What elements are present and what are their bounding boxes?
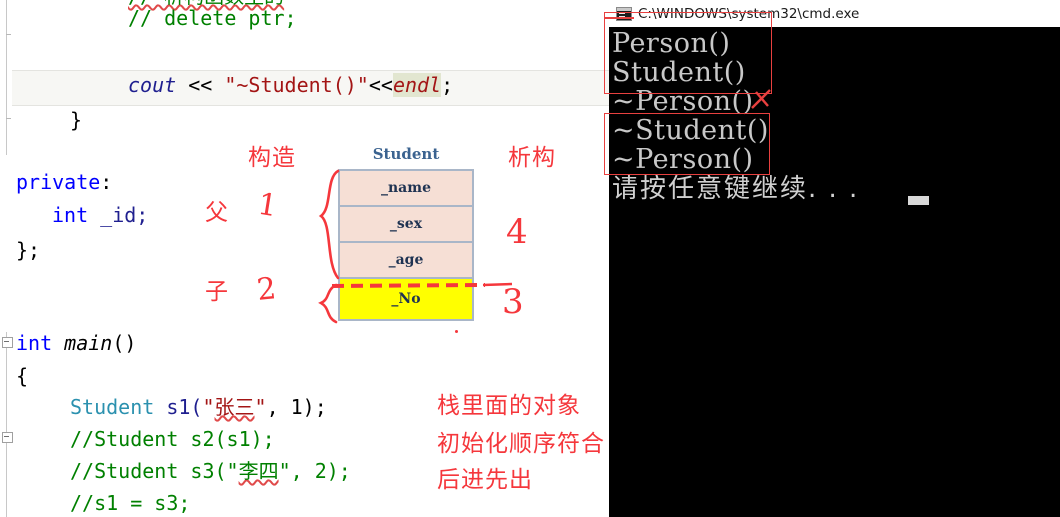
annotation-dtor-order-3: 3 [502, 282, 524, 322]
annotation-child: 子 [205, 279, 229, 305]
code-editor-pane[interactable]: // 析构函数里的 // delete ptr; cout << "~Stude… [0, 0, 609, 517]
code-line-private[interactable]: private: [16, 172, 112, 192]
fold-toggle-inner[interactable] [2, 432, 13, 443]
main-parens: () [112, 331, 137, 355]
diagram-row-age: _age [340, 243, 472, 279]
brace-parent-annotation [318, 169, 340, 280]
comment-s3-prefix: //Student s3( [70, 459, 227, 483]
annotation-destruct: 析构 [508, 145, 556, 171]
code-line-student-s3-commented[interactable]: //Student s3("李四", 2); [70, 461, 351, 481]
gutter-tick [6, 118, 11, 119]
shift-op-2: << [368, 73, 393, 97]
quote-open: " [202, 395, 215, 419]
string-literal-dtor: "~Student()" [224, 73, 369, 97]
private-colon: : [100, 170, 113, 194]
gutter-fold-line [6, 332, 7, 517]
code-line-open-brace[interactable]: { [16, 366, 28, 386]
annotation-note-stack-object: 栈里面的对象 [437, 393, 581, 419]
comment-s3-suffix: , 2); [290, 459, 351, 483]
s1-args: , 1); [266, 395, 327, 419]
private-keyword: private [16, 170, 101, 194]
shift-op-1: << [176, 73, 225, 97]
endl-token: endl [392, 73, 442, 97]
annotation-note-lifo: 后进先出 [437, 467, 533, 493]
student-memory-layout-diagram: _name _sex _age _No [338, 169, 474, 321]
zhangsan-string: 张三 [214, 395, 255, 419]
annotation-dot [455, 330, 458, 333]
code-line-int-id[interactable]: int _id; [52, 205, 148, 225]
console-annotation-box-dtors [604, 113, 770, 175]
diagram-row-name: _name [340, 171, 472, 207]
gutter-tick [6, 34, 11, 35]
annotation-child-order: 2 [255, 271, 278, 308]
comment-token: // delete ptr; [128, 6, 297, 30]
gutter-fold-line [6, 0, 7, 135]
console-output-area[interactable]: Person() Student() ~Person() ~Student() … [609, 27, 1060, 517]
annotation-construct: 构造 [248, 145, 296, 171]
semicolon-token: ; [441, 73, 454, 97]
annotation-dtor-order-4: 4 [506, 212, 528, 252]
code-line-delete-ptr[interactable]: // delete ptr; [128, 8, 297, 28]
code-line-student-s1[interactable]: Student s1("张三", 1); [70, 397, 327, 417]
annotation-parent: 父 [205, 200, 229, 226]
comment-s2: //Student s2(s1); [70, 427, 275, 451]
annotation-parent-order: 1 [255, 186, 280, 225]
quote-close: " [254, 395, 267, 419]
diagram-title: Student [372, 145, 440, 163]
code-line-s1-assign-commented[interactable]: //s1 = s3; [70, 493, 190, 513]
student-type-token: Student [70, 395, 155, 419]
id-member: _id; [100, 203, 149, 227]
main-fn-name: main [64, 331, 113, 355]
console-press-any-key-prompt: 请按任意键继续. . . [612, 174, 860, 204]
int-keyword-main: int [16, 331, 65, 355]
gutter-fold-line [6, 135, 7, 155]
cout-token: cout [128, 73, 177, 97]
comment-s1-s3: //s1 = s3; [70, 491, 191, 515]
fold-toggle-main[interactable] [2, 337, 13, 348]
lisi-string: 李四 [238, 459, 279, 483]
console-annotation-box-ctors [604, 12, 772, 94]
code-line-int-main[interactable]: int main() [16, 333, 136, 353]
code-line-student-s2-commented[interactable]: //Student s2(s1); [70, 429, 275, 449]
code-line-close-brace[interactable]: } [70, 110, 82, 130]
brace-child-annotation [318, 283, 338, 324]
int-keyword: int [52, 203, 89, 227]
code-line-cout[interactable]: cout << "~Student()"<<endl; [128, 73, 454, 97]
annotation-note-init-order: 初始化顺序符合 [437, 431, 605, 457]
console-annotation-cross-icon [751, 89, 771, 109]
code-line-class-end[interactable]: }; [16, 240, 40, 260]
console-cursor [908, 196, 929, 205]
screenshot-root: // 析构函数里的 // delete ptr; cout << "~Stude… [0, 0, 1060, 517]
diagram-row-sex: _sex [340, 207, 472, 243]
s1-var-token: s1( [154, 395, 203, 419]
console-annotation-strike [604, 17, 634, 19]
